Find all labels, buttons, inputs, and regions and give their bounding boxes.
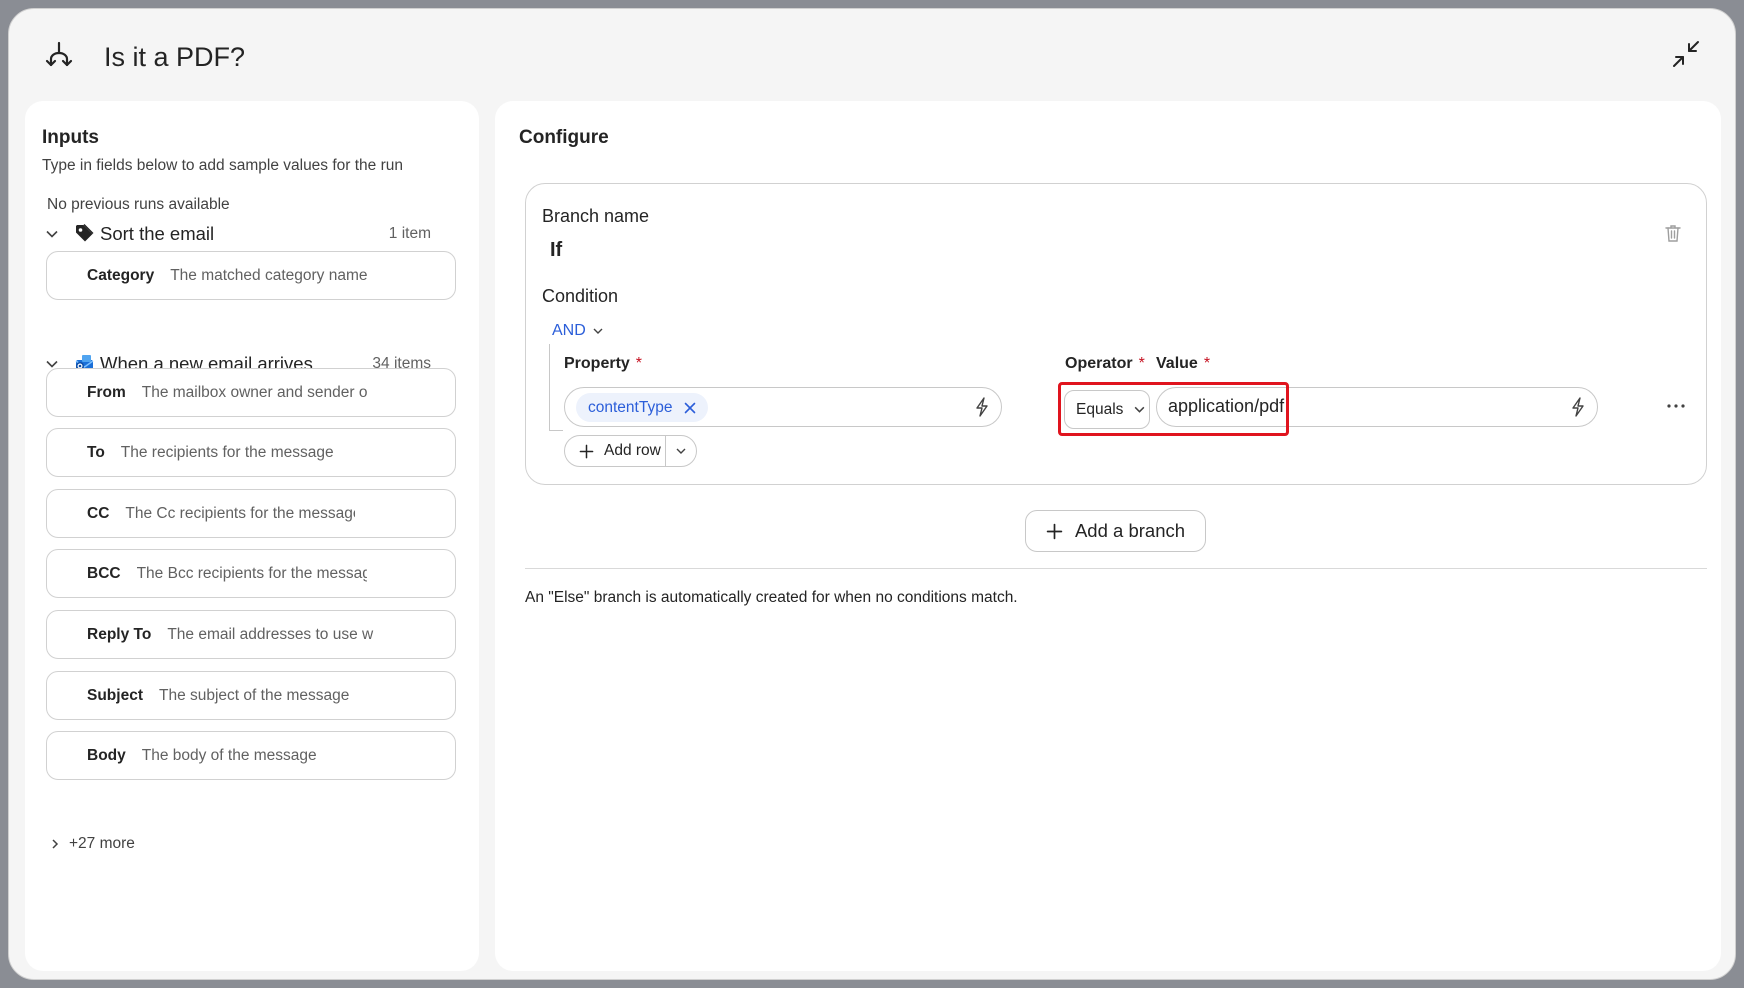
- field-label: CC: [87, 504, 110, 522]
- chevron-right-icon: [52, 839, 59, 849]
- required-mark: *: [1138, 355, 1145, 372]
- input-field-from[interactable]: From The mailbox owner and sender o: [46, 368, 456, 417]
- branch-name-label: Branch name: [542, 206, 650, 226]
- branch-name-value[interactable]: If: [550, 239, 562, 262]
- add-branch-button[interactable]: Add a branch: [1025, 510, 1206, 552]
- no-runs-text: No previous runs available: [47, 196, 230, 213]
- field-placeholder: The mailbox owner and sender o: [141, 383, 368, 401]
- condition-label: Condition: [542, 286, 619, 306]
- field-label: Subject: [87, 686, 143, 704]
- add-row-button[interactable]: Add row: [564, 435, 697, 467]
- delete-icon[interactable]: [1662, 222, 1684, 244]
- logic-operator-label: AND: [552, 322, 586, 339]
- property-input[interactable]: contentType: [564, 387, 1002, 427]
- chevron-down-icon: [676, 448, 686, 454]
- required-mark: *: [1203, 355, 1211, 372]
- field-label: Category: [87, 266, 155, 284]
- field-placeholder: The email addresses to use w: [167, 625, 374, 643]
- field-placeholder: The body of the message: [141, 746, 317, 764]
- chevron-down-icon: [593, 328, 603, 334]
- input-field-body[interactable]: Body The body of the message: [46, 731, 456, 780]
- operator-label-text: Operator: [1065, 355, 1133, 372]
- dialog-header: Is it a PDF?: [9, 9, 1735, 101]
- value-text: application/pdf: [1168, 396, 1285, 416]
- operator-label: Operator *: [1065, 355, 1145, 373]
- property-token[interactable]: contentType: [576, 393, 709, 422]
- show-more-button[interactable]: +27 more: [49, 835, 135, 853]
- configure-title: Configure: [519, 127, 609, 148]
- divider: [525, 568, 1707, 569]
- show-more-label: +27 more: [69, 835, 135, 852]
- close-icon[interactable]: [684, 402, 696, 414]
- property-label: Property *: [564, 355, 642, 373]
- group-count: 1 item: [388, 225, 431, 242]
- page-title: Is it a PDF?: [104, 42, 246, 72]
- field-placeholder: The subject of the message: [158, 686, 350, 704]
- operator-value: Equals: [1076, 400, 1124, 418]
- add-row-main[interactable]: Add row: [565, 436, 667, 466]
- chevron-down-icon: [1135, 406, 1145, 413]
- input-field-category[interactable]: Category The matched category name: [46, 251, 456, 300]
- dynamic-content-icon[interactable]: [973, 396, 991, 418]
- tree-connector: [549, 344, 563, 431]
- input-field-cc[interactable]: CC The Cc recipients for the message: [46, 489, 456, 538]
- group-header-sort-email[interactable]: Sort the email 1 item: [45, 219, 445, 249]
- add-branch-label: Add a branch: [1074, 520, 1186, 541]
- branch-icon: [45, 41, 73, 67]
- else-branch-note: An "Else" branch is automatically create…: [525, 589, 1018, 606]
- property-label-text: Property: [564, 355, 630, 372]
- inputs-subtitle: Type in fields below to add sample value…: [42, 157, 404, 174]
- plus-icon: [579, 444, 594, 458]
- field-placeholder: The recipients for the message: [120, 443, 334, 461]
- inputs-title: Inputs: [42, 127, 99, 148]
- plus-icon: [1046, 523, 1063, 539]
- value-label-text: Value: [1156, 355, 1198, 372]
- add-row-dropdown[interactable]: [666, 445, 696, 457]
- more-options-icon[interactable]: [1666, 396, 1686, 416]
- logic-operator-dropdown[interactable]: AND: [552, 322, 604, 340]
- input-field-bcc[interactable]: BCC The Bcc recipients for the messag: [46, 549, 456, 598]
- input-field-reply-to[interactable]: Reply To The email addresses to use w: [46, 610, 456, 659]
- inputs-panel: Inputs Type in fields below to add sampl…: [25, 101, 479, 971]
- operator-dropdown[interactable]: Equals: [1064, 390, 1150, 429]
- add-row-label: Add row: [604, 442, 661, 459]
- branch-card: Branch name If Condition AND Property * O…: [525, 183, 1707, 485]
- field-label: BCC: [87, 564, 121, 582]
- field-label: From: [87, 383, 126, 401]
- field-placeholder: The Bcc recipients for the messag: [136, 564, 367, 582]
- value-input[interactable]: application/pdf: [1156, 387, 1598, 427]
- value-label: Value *: [1156, 355, 1210, 373]
- property-token-label: contentType: [588, 398, 673, 416]
- required-mark: *: [635, 355, 643, 372]
- tag-icon: [76, 224, 94, 242]
- field-label: Reply To: [87, 625, 152, 643]
- input-field-subject[interactable]: Subject The subject of the message: [46, 671, 456, 720]
- field-label: To: [87, 443, 105, 461]
- chevron-down-icon: [46, 230, 58, 238]
- group-name: Sort the email: [100, 223, 215, 244]
- field-label: Body: [87, 746, 126, 764]
- configure-panel: Configure Branch name If Condition AND P…: [495, 101, 1721, 971]
- input-field-to[interactable]: To The recipients for the message: [46, 428, 456, 477]
- dialog: Is it a PDF? Inputs Type in fields below…: [8, 8, 1736, 980]
- field-placeholder: The Cc recipients for the message: [125, 504, 356, 522]
- dynamic-content-icon[interactable]: [1569, 396, 1587, 418]
- collapse-arrows-icon[interactable]: [1671, 39, 1701, 69]
- field-placeholder: The matched category name: [170, 266, 368, 284]
